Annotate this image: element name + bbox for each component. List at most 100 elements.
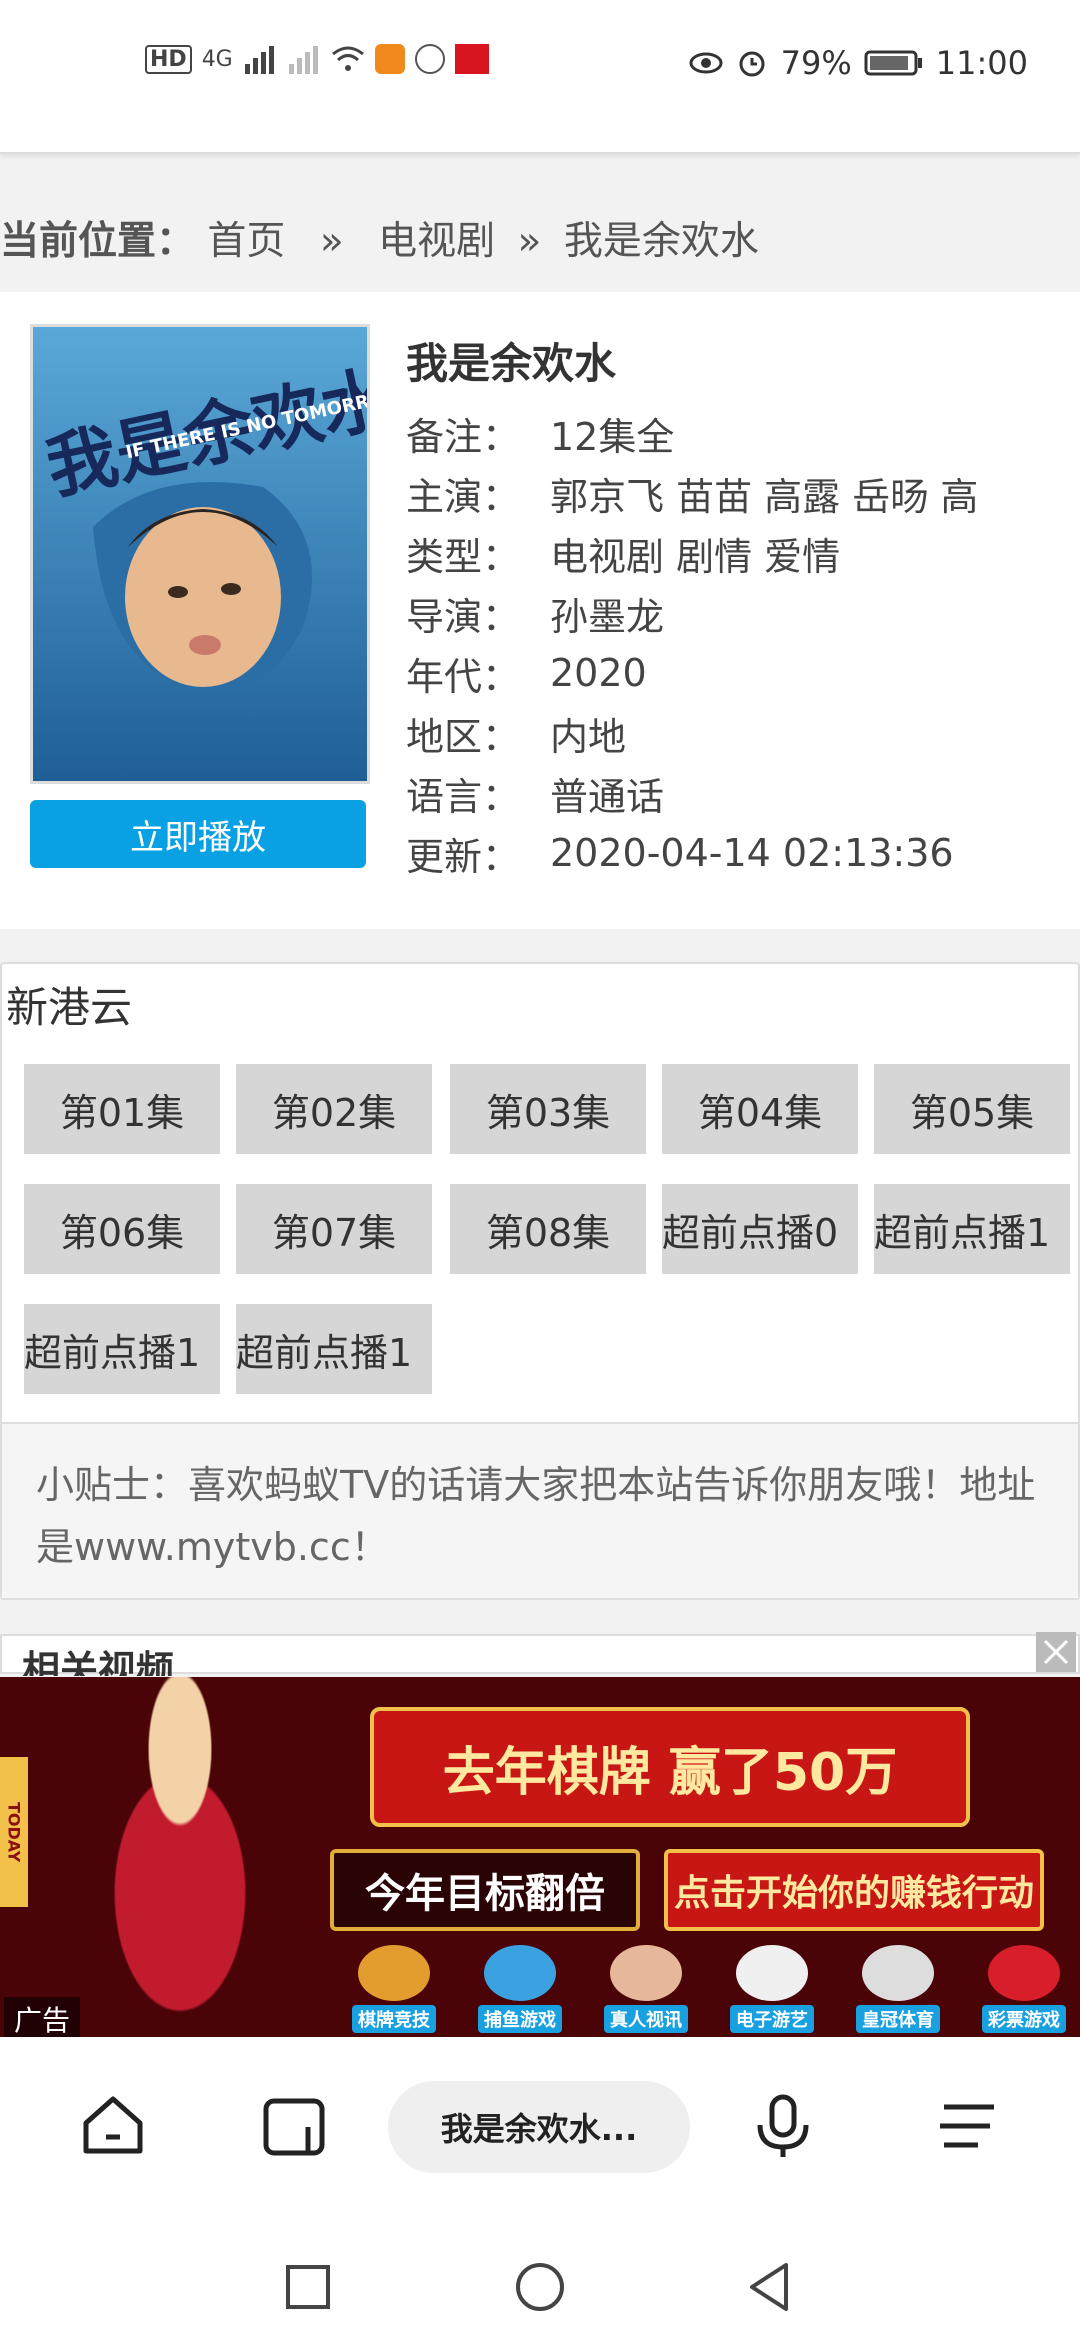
meta-value: 12集全 [550,414,675,459]
recents-icon[interactable] [278,2257,338,2317]
battery-percent: 79% [780,44,852,82]
episode-panel: 新港云 第01集 第02集 第03集 第04集 第05集 第06集 第07集 第… [0,962,1080,1600]
breadcrumb-separator: » [319,219,344,264]
breadcrumb: 当前位置： 首页 » 电视剧 » 我是余欢水 [0,210,759,266]
meta-label: 年代： [406,654,521,699]
episode-button[interactable]: 第03集 [450,1064,646,1154]
episode-source-title: 新港云 [6,983,133,1032]
network-label: 4G [201,46,233,72]
meta-row-director: 导演： 孙墨龙 [406,583,978,643]
ad-game-list: 棋牌竞技 捕鱼游戏 真人视讯 电子游艺 皇冠体育 彩票游戏 [340,1945,1078,2033]
app-notify-icon [374,44,405,74]
meta-row-year: 年代： 2020 [406,643,978,703]
meta-label: 更新： [406,834,521,879]
app-notify-2-icon [414,44,445,74]
ad-game-item[interactable]: 皇冠体育 [844,1945,952,2033]
ad-banner[interactable]: TODAY 去年棋牌 赢了50万 今年目标翻倍 点击开始你的赚钱行动 棋牌竞技 … [0,1677,1080,2037]
related-videos-header: 相关视频 [0,1634,1080,1676]
browser-toolbar: 我是余欢水... [0,2037,1080,2237]
meta-value: 孙墨龙 [550,594,665,639]
related-title: 相关视频 [22,1648,175,1676]
system-navigation-bar [0,2237,1080,2340]
status-bar: HD 4G 79% 11:00 [0,0,1080,100]
ad-game-item[interactable]: 棋牌竞技 [340,1945,448,2033]
status-right: 79% 11:00 [689,44,1028,82]
episode-button[interactable]: 第02集 [236,1064,432,1154]
episode-button[interactable]: 第04集 [662,1064,858,1154]
meta-value: 普通话 [550,774,665,819]
meta-row-region: 地区： 内地 [406,703,978,763]
eye-icon [689,52,723,74]
breadcrumb-separator: » [517,219,542,264]
ad-model-image [60,1677,300,2037]
tip-box: 小贴士：喜欢蚂蚁TV的话请大家把本站告诉你朋友哦！地址是www.mytvb.cc… [2,1422,1078,1598]
meta-row-language: 语言： 普通话 [406,763,978,823]
video-title: 我是余欢水 [406,339,617,388]
meta-row-cast: 主演： 郭京飞 苗苗 高露 岳旸 高 [406,463,978,523]
poster-image[interactable]: 我是余欢水 IF THERE IS NO TOMORROW [30,324,370,784]
meta-value: 郭京飞 苗苗 高露 岳旸 高 [550,474,979,519]
meta-value: 2020 [550,651,647,695]
ad-button-goal[interactable]: 今年目标翻倍 [330,1849,640,1931]
wifi-icon [331,46,364,71]
battery-icon [864,50,922,76]
meta-row-genre: 类型： 电视剧 剧情 爱情 [406,523,978,583]
ad-game-item[interactable]: 彩票游戏 [970,1945,1078,2033]
ad-game-item[interactable]: 电子游艺 [718,1945,826,2033]
episode-button[interactable]: 超前点播1 [236,1304,432,1394]
episode-button[interactable]: 超前点播1 [874,1184,1070,1274]
ad-game-item[interactable]: 捕鱼游戏 [466,1945,574,2033]
meta-row-note: 备注： 12集全 [406,403,978,463]
ad-close-button[interactable] [1036,1632,1076,1672]
tip-text: 小贴士：喜欢蚂蚁TV的话请大家把本站告诉你朋友哦！地址是www.mytvb.cc… [36,1463,1036,1569]
signal-2-icon [288,46,318,74]
meta-value: 内地 [550,714,627,759]
game-icon [358,1945,430,2001]
breadcrumb-prefix: 当前位置： [0,219,196,264]
menu-icon[interactable] [932,2091,1002,2161]
episode-button[interactable]: 超前点播1 [24,1304,220,1394]
home-icon[interactable] [78,2091,148,2161]
meta-label: 地区： [406,714,521,759]
detail-meta: 我是余欢水 备注： 12集全 主演： 郭京飞 苗苗 高露 岳旸 高 类型： 电视剧 剧… [406,330,978,883]
breadcrumb-current: 我是余欢水 [563,219,759,264]
meta-label: 备注： [406,414,521,459]
previous-card [0,100,1080,154]
signal-icon [244,46,274,74]
episode-button[interactable]: 第05集 [874,1064,1070,1154]
alarm-icon [739,51,765,77]
ad-label: 广告 [4,1997,81,2037]
episode-button[interactable]: 超前点播0 [662,1184,858,1274]
status-left: HD 4G [145,44,489,74]
hd-icon: HD [145,44,192,74]
game-icon [484,1945,556,2001]
ad-brand-badge: TODAY [0,1757,28,1907]
address-bar[interactable]: 我是余欢水... [388,2081,690,2173]
meta-value: 2020-04-14 02:13:36 [550,831,954,875]
play-now-button[interactable]: 立即播放 [30,800,366,868]
game-icon [988,1945,1060,2001]
tabs-icon[interactable] [260,2091,330,2161]
ad-game-item[interactable]: 真人视讯 [592,1945,700,2033]
ad-button-start[interactable]: 点击开始你的赚钱行动 [664,1849,1044,1931]
game-icon [862,1945,934,2001]
episode-button[interactable]: 第01集 [24,1064,220,1154]
episode-button[interactable]: 第07集 [236,1184,432,1274]
hupu-icon [454,44,489,74]
home-nav-icon[interactable] [510,2257,570,2317]
back-icon[interactable] [740,2257,800,2317]
ad-headline: 去年棋牌 赢了50万 [370,1707,970,1827]
meta-label: 导演： [406,594,521,639]
microphone-icon[interactable] [748,2091,818,2161]
meta-row-updated: 更新： 2020-04-14 02:13:36 [406,823,978,883]
game-icon [736,1945,808,2001]
meta-value: 电视剧 剧情 爱情 [550,534,841,579]
meta-label: 主演： [406,474,521,519]
episode-button[interactable]: 第08集 [450,1184,646,1274]
breadcrumb-category[interactable]: 电视剧 [378,219,495,264]
episode-button[interactable]: 第06集 [24,1184,220,1274]
close-icon [1043,1639,1069,1665]
breadcrumb-home[interactable]: 首页 [207,219,285,264]
meta-label: 类型： [406,534,521,579]
game-icon [610,1945,682,2001]
